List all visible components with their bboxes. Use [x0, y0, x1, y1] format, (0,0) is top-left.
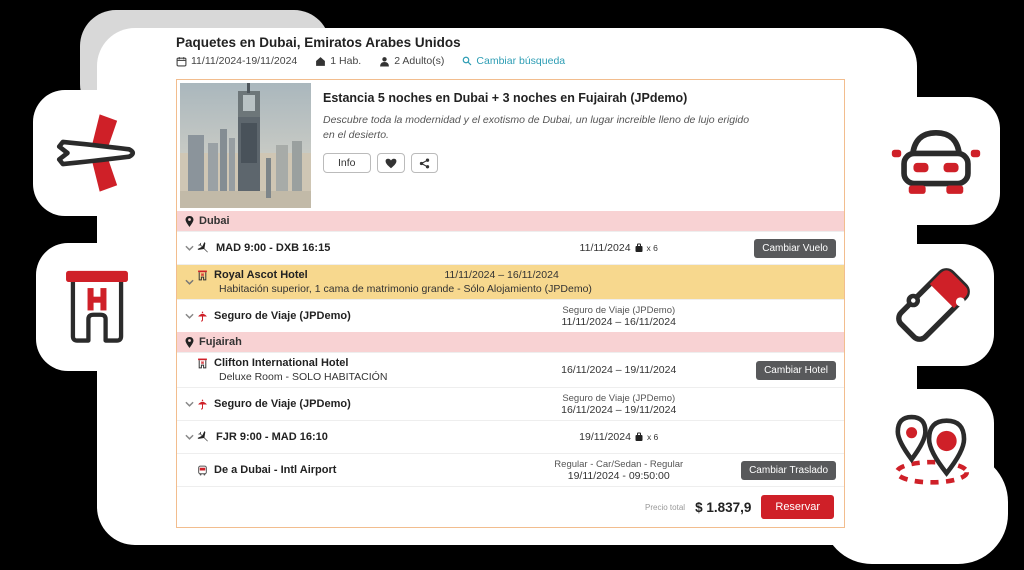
- hotel-icon: [197, 270, 208, 281]
- change-hotel-button[interactable]: Cambiar Hotel: [756, 361, 836, 380]
- transfer-datetime: 19/11/2024 - 09:50:00: [567, 469, 670, 482]
- location-pin-icon: [185, 336, 194, 348]
- hotel-dates: 16/11/2024 – 19/11/2024: [561, 364, 677, 376]
- package-description: Descubre toda la modernidad y el exotism…: [323, 114, 750, 142]
- person-icon: [379, 56, 390, 67]
- favorite-button[interactable]: [376, 153, 405, 174]
- page-title: Paquetes en Dubai, Emiratos Arabes Unido…: [176, 35, 461, 50]
- share-button[interactable]: [410, 153, 438, 174]
- car-icon: [889, 114, 983, 208]
- location-pin-icon: [185, 215, 194, 227]
- change-search-text: Cambiar búsqueda: [476, 55, 566, 67]
- package-card: Estancia 5 noches en Dubai + 3 noches en…: [176, 79, 845, 528]
- itinerary-row-insurance-2[interactable]: Seguro de Viaje (JPDemo) Seguro de Viaje…: [177, 387, 844, 420]
- price-footer: Precio total $ 1.837,9 Reservar: [177, 486, 844, 527]
- transfer-type: Regular - Car/Sedan - Regular: [554, 458, 684, 470]
- info-button[interactable]: Info: [323, 153, 371, 174]
- section-name: Dubai: [199, 215, 230, 227]
- hotel-dates: 11/11/2024 – 16/11/2024: [444, 269, 559, 281]
- change-search-link[interactable]: Cambiar búsqueda: [462, 55, 565, 67]
- section-name: Fujairah: [199, 336, 242, 348]
- insurance-dates: 16/11/2024 – 19/11/2024: [561, 403, 677, 416]
- package-summary: Estancia 5 noches en Dubai + 3 noches en…: [177, 80, 844, 211]
- flight-date-text: 11/11/2024: [579, 242, 631, 254]
- heart-icon: [385, 158, 397, 169]
- map-pins-card: [866, 389, 994, 515]
- search-summary-bar: 11/11/2024-19/11/2024 1 Hab. 2 Adulto(s)…: [176, 55, 845, 67]
- rooms-item: 1 Hab.: [315, 55, 361, 67]
- transfer-title: De a Dubai - Intl Airport: [214, 464, 337, 476]
- insurance-name: Seguro de Viaje (JPDemo): [562, 392, 676, 404]
- luggage-icon: [634, 243, 644, 253]
- change-flight-button[interactable]: Cambiar Vuelo: [754, 239, 836, 258]
- chevron-down-icon[interactable]: [185, 313, 197, 319]
- luggage-icon: [634, 432, 644, 442]
- chevron-down-icon[interactable]: [185, 279, 197, 285]
- itinerary-row-transfer[interactable]: De a Dubai - Intl Airport Regular - Car/…: [177, 453, 844, 486]
- plane-icon: [197, 430, 210, 444]
- hotel-card: [36, 243, 158, 371]
- flight-title: FJR 9:00 - MAD 16:10: [216, 431, 328, 443]
- chevron-down-icon[interactable]: [185, 434, 197, 440]
- airplane-icon: [50, 107, 142, 199]
- insurance-title: Seguro de Viaje (JPDemo): [214, 398, 351, 410]
- total-price: $ 1.837,9: [695, 499, 752, 515]
- flight-title: MAD 9:00 - DXB 16:15: [216, 242, 331, 254]
- hotel-title: Royal Ascot Hotel: [214, 269, 308, 281]
- section-header-dubai: Dubai: [177, 211, 844, 231]
- main-window: Paquetes en Dubai, Emiratos Arabes Unido…: [97, 28, 917, 545]
- itinerary-row-flight-out[interactable]: MAD 9:00 - DXB 16:15 11/11/2024 x 6 Camb…: [177, 231, 844, 264]
- bags-count: x 6: [646, 432, 659, 442]
- date-range-text: 11/11/2024-19/11/2024: [191, 55, 298, 67]
- flight-date: 19/11/2024 x 6: [496, 431, 741, 443]
- itinerary-row-hotel-fujairah[interactable]: Clifton International Hotel Deluxe Room …: [177, 352, 844, 387]
- hotel-room-info: Deluxe Room - SOLO HABITACIÓN: [219, 371, 388, 383]
- ticket-card: [872, 244, 994, 366]
- package-info: Estancia 5 noches en Dubai + 3 noches en…: [311, 83, 841, 208]
- transfer-bus-icon: [197, 465, 208, 476]
- reserve-button[interactable]: Reservar: [761, 495, 834, 519]
- chevron-down-icon[interactable]: [185, 245, 197, 251]
- car-card: [872, 97, 1000, 225]
- umbrella-icon: [197, 311, 208, 322]
- package-photo: [180, 83, 311, 208]
- package-title: Estancia 5 noches en Dubai + 3 noches en…: [323, 91, 688, 105]
- calendar-icon: [176, 56, 187, 67]
- room-icon: [315, 56, 326, 67]
- itinerary-row-flight-return[interactable]: FJR 9:00 - MAD 16:10 19/11/2024 x 6: [177, 420, 844, 453]
- flight-date-text: 19/11/2024: [579, 431, 631, 443]
- ticket-icon: [888, 260, 978, 350]
- chevron-down-icon[interactable]: [185, 401, 197, 407]
- package-actions: Info: [323, 153, 829, 174]
- itinerary-row-hotel-dubai[interactable]: Royal Ascot Hotel 11/11/2024 – 16/11/202…: [177, 264, 844, 299]
- hotel-room-info: Habitación superior, 1 cama de matrimoni…: [219, 283, 592, 295]
- plane-icon: [197, 241, 210, 255]
- rooms-text: 1 Hab.: [330, 55, 362, 67]
- date-range-item: 11/11/2024-19/11/2024: [176, 55, 297, 67]
- plane-card: [33, 90, 159, 216]
- hotel-building-icon: [54, 262, 140, 352]
- change-transfer-button[interactable]: Cambiar Traslado: [741, 461, 836, 480]
- main-content: Paquetes en Dubai, Emiratos Arabes Unido…: [176, 35, 845, 528]
- bags-count: x 6: [646, 243, 658, 253]
- adults-text: 2 Adulto(s): [394, 55, 445, 67]
- flight-date: 11/11/2024 x 6: [496, 242, 741, 254]
- map-pins-icon: [882, 406, 978, 498]
- hotel-icon: [197, 358, 208, 369]
- price-label: Precio total: [645, 502, 686, 512]
- section-header-fujairah: Fujairah: [177, 332, 844, 352]
- hotel-title: Clifton International Hotel: [214, 357, 349, 369]
- insurance-name: Seguro de Viaje (JPDemo): [562, 304, 676, 316]
- itinerary-row-insurance-1[interactable]: Seguro de Viaje (JPDemo) Seguro de Viaje…: [177, 299, 844, 332]
- search-icon: [462, 56, 472, 66]
- share-icon: [419, 158, 430, 169]
- insurance-dates: 11/11/2024 – 16/11/2024: [561, 315, 676, 328]
- adults-item: 2 Adulto(s): [379, 55, 444, 67]
- umbrella-icon: [197, 399, 208, 410]
- insurance-title: Seguro de Viaje (JPDemo): [214, 310, 351, 322]
